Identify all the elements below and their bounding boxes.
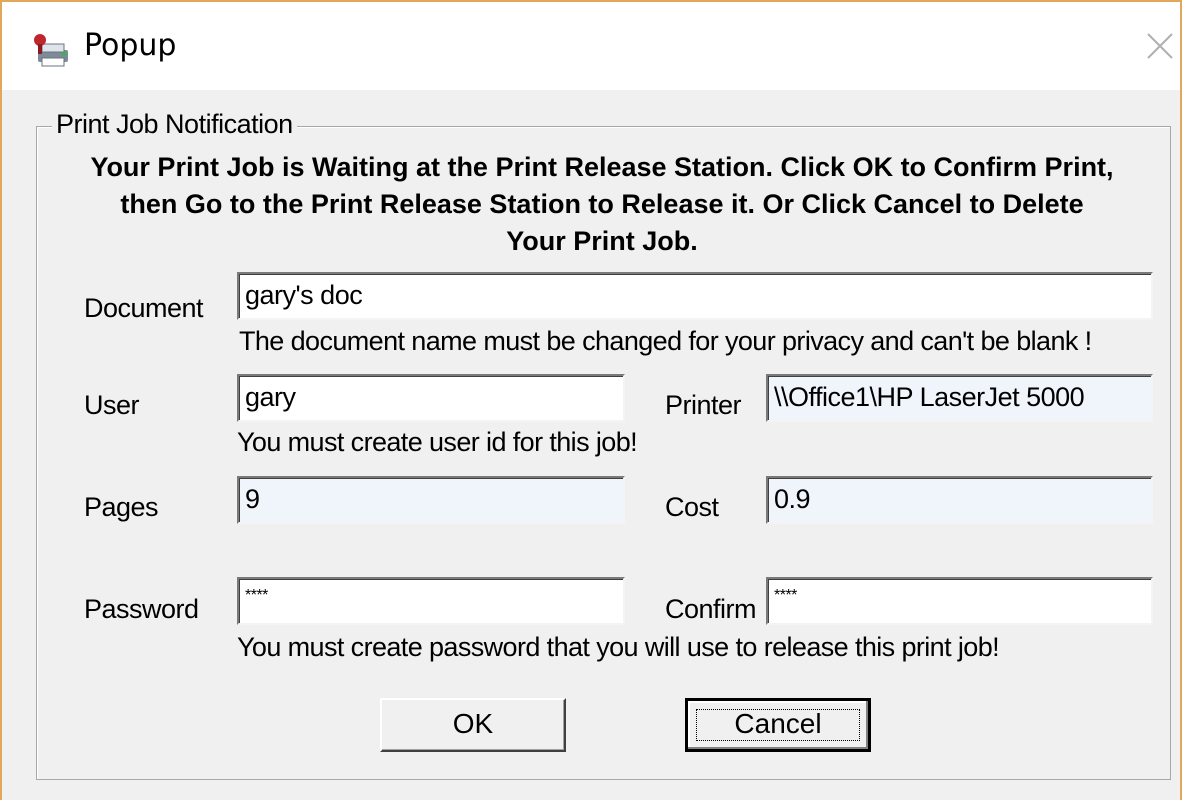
- ok-button-label: OK: [452, 708, 494, 739]
- confirm-label: Confirm: [665, 594, 757, 624]
- print-job-icon: [34, 34, 68, 67]
- document-hint: The document name must be changed for yo…: [239, 326, 1092, 356]
- password-hint: You must create password that you will u…: [237, 632, 1000, 662]
- message-line: then Go to the Print Release Station to …: [120, 189, 1084, 219]
- printer-label: Printer: [665, 390, 742, 420]
- document-field[interactable]: gary's doc: [237, 272, 1153, 320]
- pages-label: Pages: [84, 492, 159, 522]
- confirm-password-field[interactable]: ****: [766, 577, 1153, 625]
- document-label: Document: [84, 293, 204, 323]
- user-hint: You must create user id for this job!: [237, 427, 638, 457]
- message-line: Your Print Job is Waiting at the Print R…: [90, 152, 1114, 182]
- window-title: Popup: [84, 28, 177, 63]
- user-label: User: [84, 390, 140, 420]
- close-icon[interactable]: [1142, 28, 1178, 64]
- ok-button[interactable]: OK: [380, 698, 566, 752]
- pages-field[interactable]: 9: [237, 476, 625, 524]
- cancel-button[interactable]: Cancel: [685, 698, 871, 752]
- password-label: Password: [84, 594, 199, 624]
- cost-field[interactable]: 0.9: [766, 476, 1153, 524]
- title-bar[interactable]: Popup: [2, 2, 1180, 90]
- notification-message: Your Print Job is Waiting at the Print R…: [42, 149, 1162, 260]
- popup-window: Popup Print Job Notification Your Print …: [0, 0, 1182, 800]
- cancel-button-label: Cancel: [734, 708, 822, 739]
- printer-field[interactable]: \\Office1\HP LaserJet 5000: [766, 374, 1153, 422]
- user-field[interactable]: gary: [237, 374, 625, 422]
- cost-label: Cost: [665, 492, 719, 522]
- message-line: Your Print Job.: [506, 226, 698, 256]
- password-field[interactable]: ****: [237, 577, 625, 625]
- groupbox-legend: Print Job Notification: [52, 109, 297, 140]
